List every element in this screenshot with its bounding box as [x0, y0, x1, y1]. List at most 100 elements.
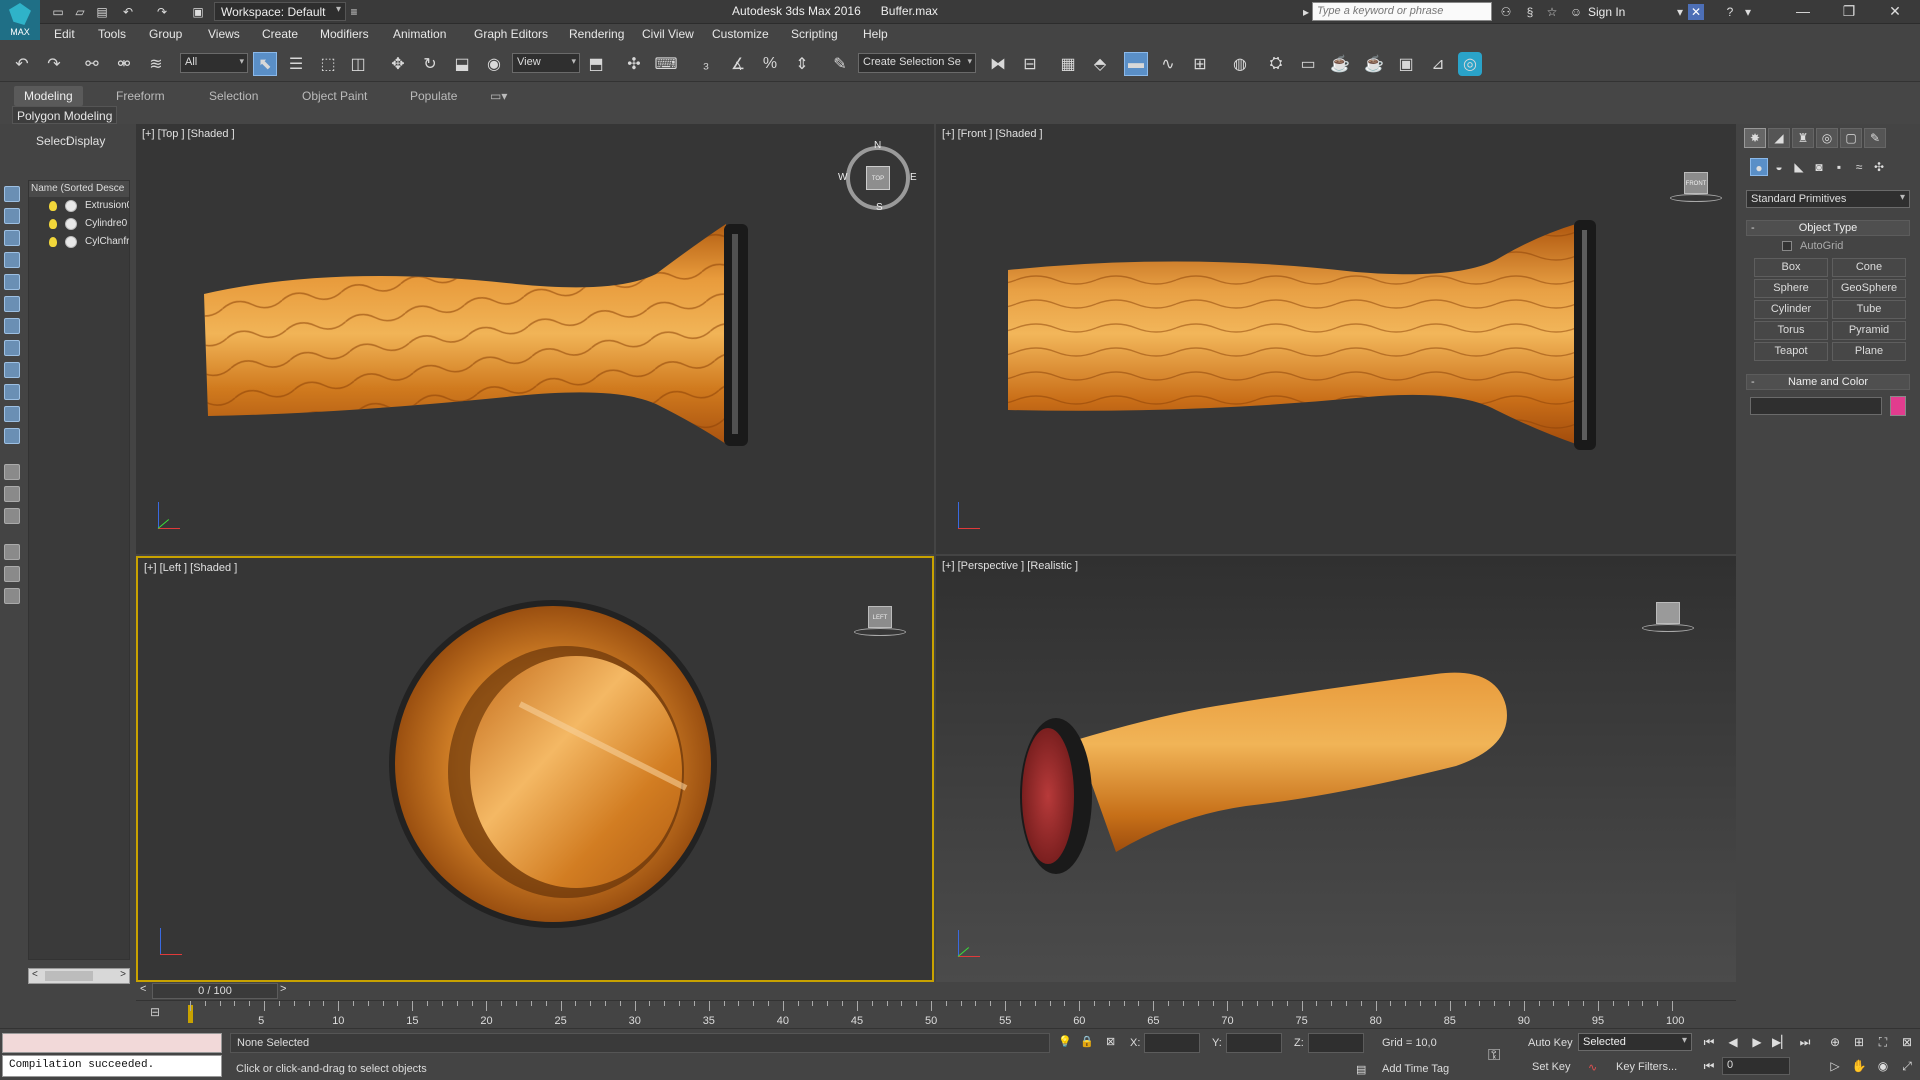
- display-space-warps-icon[interactable]: [4, 318, 20, 334]
- pan-view-icon[interactable]: ✋: [1850, 1057, 1868, 1075]
- menu-create[interactable]: Create: [262, 27, 298, 41]
- save-file-icon[interactable]: ▤: [94, 4, 110, 20]
- default-in-out-key-icon[interactable]: ⚿: [1488, 1047, 1500, 1065]
- display-shapes-icon[interactable]: [4, 230, 20, 246]
- render-in-cloud-icon[interactable]: ▣: [1394, 52, 1418, 76]
- mirror-icon[interactable]: ⧓: [986, 52, 1010, 76]
- display-geometry-icon[interactable]: [4, 208, 20, 224]
- space-warps-icon[interactable]: ≈: [1850, 158, 1868, 176]
- auto-key-button[interactable]: Auto Key: [1528, 1037, 1573, 1049]
- scroll-thumb[interactable]: [45, 971, 93, 981]
- named-selection-dropdown[interactable]: Create Selection Se: [858, 53, 976, 73]
- edit-named-selection-icon[interactable]: ✎: [828, 52, 852, 76]
- help-dropdown-icon[interactable]: ▾: [1740, 4, 1756, 20]
- y-coordinate-input[interactable]: [1226, 1033, 1282, 1053]
- link-icon[interactable]: ⚯: [80, 52, 104, 76]
- isolate-selection-icon[interactable]: 💡: [1058, 1035, 1072, 1048]
- select-object-icon[interactable]: ⬉: [253, 52, 277, 76]
- pivot-center-icon[interactable]: ⬒: [584, 52, 608, 76]
- menu-animation[interactable]: Animation: [393, 27, 446, 41]
- menu-graph-editors[interactable]: Graph Editors: [474, 27, 548, 41]
- menu-group[interactable]: Group: [149, 27, 182, 41]
- render-setup-icon[interactable]: ⛭: [1264, 52, 1288, 76]
- ribbon-tab-modeling[interactable]: Modeling: [14, 86, 83, 106]
- menu-edit[interactable]: Edit: [54, 27, 75, 41]
- display-none-icon[interactable]: [4, 508, 20, 524]
- utilities-tab-icon[interactable]: ✎: [1864, 128, 1886, 148]
- key-mode-toggle-icon[interactable]: ⏮: [1700, 1057, 1718, 1075]
- material-editor-icon[interactable]: ◍: [1228, 52, 1252, 76]
- go-to-end-icon[interactable]: ⏭: [1796, 1033, 1814, 1051]
- systems-icon[interactable]: ✣: [1870, 158, 1888, 176]
- display-containers-icon[interactable]: [4, 406, 20, 422]
- display-bones-icon[interactable]: [4, 384, 20, 400]
- orbit-icon[interactable]: ◉: [1874, 1057, 1892, 1075]
- new-file-icon[interactable]: ▭: [50, 4, 66, 20]
- ribbon-options-icon[interactable]: ▭▾: [480, 86, 517, 106]
- minimize-button[interactable]: —: [1780, 0, 1826, 24]
- geosphere-button[interactable]: GeoSphere: [1832, 279, 1906, 298]
- select-by-name-icon[interactable]: ☰: [284, 52, 308, 76]
- display-hidden-icon[interactable]: [4, 464, 20, 480]
- track-bar[interactable]: ⊟ 5 10 15 20 25 30 35 40 45 50 55 60 65 70 75 80 85 90 95 1…: [136, 1000, 1736, 1028]
- ribbon-tab-selection[interactable]: Selection: [199, 86, 268, 106]
- absolute-mode-icon[interactable]: ⊠: [1106, 1035, 1115, 1048]
- rotate-icon[interactable]: ↻: [418, 52, 442, 76]
- play-icon[interactable]: ▶: [1748, 1033, 1766, 1051]
- exchange-apps-icon[interactable]: ✕: [1688, 4, 1704, 20]
- previous-frame-icon[interactable]: ◀: [1724, 1033, 1742, 1051]
- time-next-icon[interactable]: >: [280, 983, 286, 995]
- selection-set-dropdown[interactable]: Selected: [1578, 1033, 1692, 1051]
- x-coordinate-input[interactable]: [1144, 1033, 1200, 1053]
- display-frozen-icon[interactable]: [4, 428, 20, 444]
- spinner-snap-icon[interactable]: ⇕: [790, 52, 814, 76]
- angle-snap-icon[interactable]: ∡: [726, 52, 750, 76]
- display-xrefs-icon[interactable]: [4, 362, 20, 378]
- category-dropdown[interactable]: Standard Primitives: [1746, 190, 1910, 208]
- menu-help[interactable]: Help: [863, 27, 888, 41]
- list-item[interactable]: CylChanfr: [29, 233, 129, 251]
- torus-button[interactable]: Torus: [1754, 321, 1828, 340]
- render-iterative-icon[interactable]: ☕: [1362, 52, 1386, 76]
- field-of-view-icon[interactable]: ▷: [1826, 1057, 1844, 1075]
- move-icon[interactable]: ✥: [386, 52, 410, 76]
- keyboard-shortcut-override-icon[interactable]: ⌨: [654, 52, 678, 76]
- tube-button[interactable]: Tube: [1832, 300, 1906, 319]
- select-manipulate-icon[interactable]: ✣: [622, 52, 646, 76]
- selection-lock-icon[interactable]: 🔒: [1080, 1035, 1094, 1048]
- viewport-top[interactable]: [+] [Top ] [Shaded ] TOP N S E W: [136, 124, 934, 554]
- name-color-rollout[interactable]: - Name and Color: [1746, 374, 1910, 390]
- selection-filter-dropdown[interactable]: All: [180, 53, 248, 73]
- set-key-button[interactable]: Set Key: [1532, 1061, 1571, 1073]
- zoom-all-icon[interactable]: ⊞: [1850, 1033, 1868, 1051]
- shapes-icon[interactable]: ◒: [1770, 158, 1788, 176]
- light-bulb-icon[interactable]: [49, 237, 57, 247]
- maximize-viewport-icon[interactable]: ⤢: [1898, 1057, 1916, 1075]
- time-slider-thumb[interactable]: 0 / 100: [152, 983, 278, 999]
- polygon-modeling-panel[interactable]: Polygon Modeling: [12, 106, 118, 124]
- viewport-left[interactable]: [+] [Left ] [Shaded ] LEFT: [136, 556, 934, 982]
- subscription-icon[interactable]: §: [1522, 4, 1538, 20]
- display-tab-icon[interactable]: ▢: [1840, 128, 1862, 148]
- time-prev-icon[interactable]: <: [140, 983, 146, 995]
- pyramid-button[interactable]: Pyramid: [1832, 321, 1906, 340]
- project-folder-icon[interactable]: ▣: [190, 4, 206, 20]
- workspace-menu-icon[interactable]: ≡: [346, 4, 362, 20]
- a360-gallery-icon[interactable]: ◎: [1458, 52, 1482, 76]
- select-all-icon[interactable]: [4, 186, 20, 202]
- explorer-settings-icon[interactable]: [4, 588, 20, 604]
- user-icon[interactable]: ☺: [1568, 4, 1584, 20]
- render-a360-icon[interactable]: ⊿: [1426, 52, 1450, 76]
- app-logo-button[interactable]: MAX: [0, 0, 40, 40]
- cameras-icon[interactable]: ◙: [1810, 158, 1828, 176]
- display-lights-icon[interactable]: [4, 252, 20, 268]
- curve-editor-icon[interactable]: ∿: [1156, 52, 1180, 76]
- key-filters-button[interactable]: Key Filters...: [1616, 1061, 1677, 1073]
- zoom-icon[interactable]: ⊕: [1826, 1033, 1844, 1051]
- find-icon[interactable]: [4, 566, 20, 582]
- ribbon-tab-freeform[interactable]: Freeform: [106, 86, 175, 106]
- next-frame-icon[interactable]: ▶▏: [1772, 1033, 1790, 1051]
- menu-views[interactable]: Views: [208, 27, 240, 41]
- viewport-front[interactable]: [+] [Front ] [Shaded ] FRONT: [936, 124, 1736, 554]
- list-item[interactable]: Extrusion0: [29, 197, 129, 215]
